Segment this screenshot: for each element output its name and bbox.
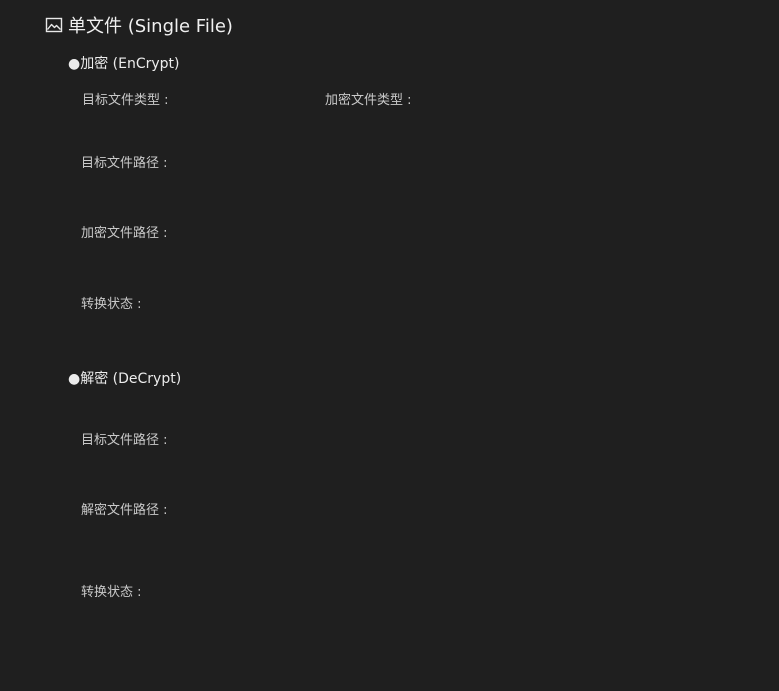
page-header: 单文件 (Single File) <box>45 13 233 37</box>
encrypt-target-path-label: 目标文件路径 : <box>81 156 168 171</box>
encrypt-output-path-label: 加密文件路径 : <box>81 226 168 241</box>
decrypt-target-path-label: 目标文件路径 : <box>81 433 168 448</box>
image-icon <box>45 16 63 34</box>
encrypt-section-title: ●加密 (EnCrypt) <box>68 56 180 72</box>
encrypt-target-type-label: 目标文件类型 : <box>82 93 169 108</box>
decrypt-output-path-label: 解密文件路径 : <box>81 503 168 518</box>
decrypt-section-title: ●解密 (DeCrypt) <box>68 371 182 387</box>
decrypt-status-label: 转换状态 : <box>81 585 142 600</box>
encrypt-output-type-label: 加密文件类型 : <box>325 93 412 108</box>
encrypt-status-label: 转换状态 : <box>81 297 142 312</box>
page-title: 单文件 (Single File) <box>68 16 233 37</box>
